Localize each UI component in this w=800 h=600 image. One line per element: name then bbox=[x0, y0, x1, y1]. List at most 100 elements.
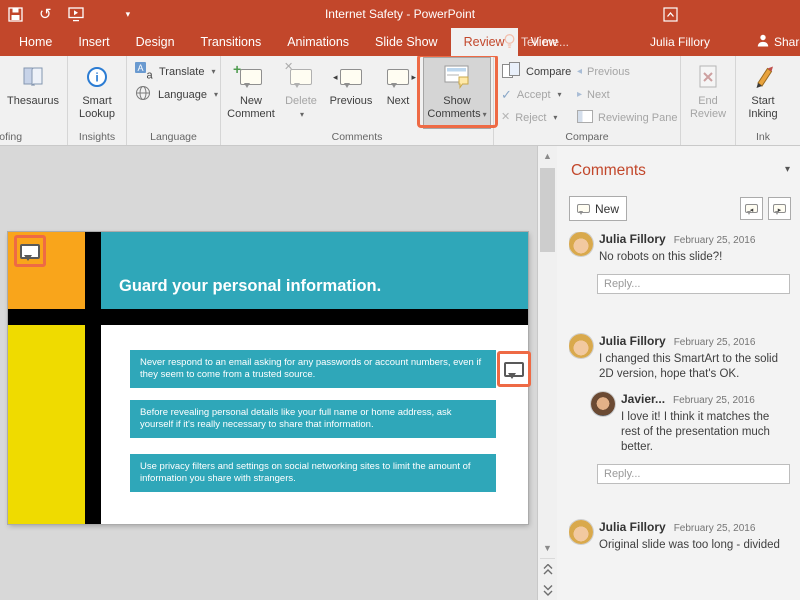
comment-author: Julia Fillory bbox=[599, 334, 666, 348]
show-comments-button[interactable]: Show Comments▾ bbox=[424, 58, 490, 128]
comment-reply[interactable]: Javier... February 25, 2016 I love it! I… bbox=[591, 392, 790, 455]
translate-button[interactable]: Aa Translate ▾ bbox=[130, 61, 222, 82]
chevron-down-icon: ▾ bbox=[483, 110, 487, 119]
comment-thread-1[interactable]: Julia Fillory February 25, 2016 No robot… bbox=[569, 232, 790, 294]
tab-home[interactable]: Home bbox=[6, 28, 65, 56]
comment-author: Julia Fillory bbox=[599, 232, 666, 246]
group-end-review: End Review bbox=[681, 56, 736, 145]
tab-insert[interactable]: Insert bbox=[65, 28, 122, 56]
accept-button[interactable]: ✓ Accept ▾ bbox=[497, 84, 573, 105]
comment-date: February 25, 2016 bbox=[674, 337, 756, 348]
previous-arrow-icon: ◂ bbox=[577, 67, 582, 77]
tutorial-highlight-comment-marker-2 bbox=[497, 351, 531, 387]
chevron-down-icon: ▾ bbox=[211, 67, 215, 76]
chevron-down-icon[interactable]: ▾ bbox=[785, 164, 790, 175]
next-comment-ribbon-button[interactable]: ▸ Next bbox=[378, 58, 418, 128]
translate-icon: Aa bbox=[134, 61, 154, 83]
language-globe-icon bbox=[134, 84, 153, 105]
comment-marker-icon[interactable] bbox=[504, 362, 524, 377]
next-comment-icon: ▸ bbox=[387, 61, 409, 93]
svg-text:A: A bbox=[137, 63, 143, 73]
compare-button[interactable]: Compare bbox=[497, 61, 573, 82]
comment-marker-icon[interactable] bbox=[20, 244, 40, 259]
reviewing-pane-button[interactable]: Reviewing Pane bbox=[573, 107, 677, 128]
new-comment-pane-button[interactable]: New bbox=[569, 196, 627, 221]
lightbulb-icon bbox=[503, 33, 516, 52]
window-title: Internet Safety - PowerPoint bbox=[0, 0, 800, 28]
tab-animations[interactable]: Animations bbox=[274, 28, 362, 56]
slide-textbox-1[interactable]: Never respond to an email asking for any… bbox=[130, 350, 496, 388]
next-slide-button[interactable] bbox=[538, 580, 557, 600]
end-review-button[interactable]: End Review bbox=[684, 58, 732, 128]
slide-canvas[interactable]: Guard your personal information. Never r… bbox=[8, 232, 528, 524]
slide-shape-black-horizontal-bar[interactable] bbox=[8, 309, 528, 325]
slide-shape-black-vertical-bar[interactable] bbox=[85, 232, 101, 524]
group-proofing: Thesaurus Proofing bbox=[0, 56, 68, 145]
slide-title-textbox[interactable]: Guard your personal information. bbox=[101, 232, 528, 309]
slide-workspace[interactable]: Guard your personal information. Never r… bbox=[0, 146, 537, 600]
compare-icon bbox=[501, 61, 521, 82]
new-comment-button[interactable]: + New Comment bbox=[224, 58, 278, 128]
previous-change-button[interactable]: ◂ Previous bbox=[573, 61, 677, 82]
group-label-insights: Insights bbox=[68, 131, 126, 143]
tab-slide-show[interactable]: Slide Show bbox=[362, 28, 451, 56]
delete-comment-icon: ✕ bbox=[290, 61, 312, 93]
svg-text:i: i bbox=[95, 71, 98, 85]
reject-x-icon: ✕ bbox=[501, 112, 510, 123]
comment-author: Julia Fillory bbox=[599, 520, 666, 534]
delete-comment-button[interactable]: ✕ Delete ▾ bbox=[278, 58, 324, 128]
group-label-compare: Compare bbox=[494, 131, 680, 143]
comment-date: February 25, 2016 bbox=[674, 235, 756, 246]
chevron-down-icon: ▾ bbox=[553, 113, 557, 122]
language-button[interactable]: Language ▾ bbox=[130, 84, 222, 105]
comment-balloon-icon bbox=[577, 204, 590, 213]
comments-pane: Comments ▾ New ◂ ▸ bbox=[557, 146, 800, 600]
reply-author: Javier... bbox=[621, 392, 665, 406]
group-label-proofing: Proofing bbox=[0, 131, 67, 143]
avatar-javier bbox=[591, 392, 615, 416]
previous-slide-button[interactable] bbox=[538, 559, 557, 579]
tab-transitions[interactable]: Transitions bbox=[188, 28, 275, 56]
comment-thread-2[interactable]: Julia Fillory February 25, 2016 I change… bbox=[569, 334, 790, 484]
slide-textbox-2[interactable]: Before revealing personal details like y… bbox=[130, 400, 496, 438]
chevron-down-icon: ▾ bbox=[558, 90, 562, 99]
group-insights: i Smart Lookup Insights bbox=[68, 56, 127, 145]
tab-design[interactable]: Design bbox=[123, 28, 188, 56]
end-review-icon bbox=[695, 61, 721, 93]
pen-icon bbox=[751, 61, 775, 93]
share-button[interactable]: Share bbox=[757, 28, 800, 56]
tell-me-box[interactable]: Tell me... bbox=[503, 28, 569, 56]
group-label-comments: Comments bbox=[221, 131, 493, 143]
ribbon-display-options-icon[interactable] bbox=[663, 7, 678, 22]
account-user-name[interactable]: Julia Fillory bbox=[650, 28, 710, 56]
previous-comment-ribbon-button[interactable]: ◂ Previous bbox=[324, 58, 378, 128]
scroll-up-button[interactable]: ▲ bbox=[538, 146, 557, 166]
group-language: Aa Translate ▾ Language ▾ Language bbox=[127, 56, 221, 145]
group-label-language: Language bbox=[127, 131, 220, 143]
comment-text: No robots on this slide?! bbox=[599, 250, 781, 265]
slide-shape-yellow-rect[interactable] bbox=[8, 325, 85, 524]
reject-button[interactable]: ✕ Reject ▾ bbox=[497, 107, 573, 128]
svg-text:a: a bbox=[146, 69, 153, 80]
scroll-down-button[interactable]: ▼ bbox=[538, 538, 557, 558]
next-comment-button[interactable]: ▸ bbox=[768, 197, 791, 220]
smart-lookup-button[interactable]: i Smart Lookup bbox=[71, 58, 123, 128]
thesaurus-button[interactable]: Thesaurus bbox=[7, 58, 59, 128]
comment-date: February 25, 2016 bbox=[674, 523, 756, 534]
previous-comment-button[interactable]: ◂ bbox=[740, 197, 763, 220]
reply-text: I love it! I think it matches the rest o… bbox=[621, 410, 781, 455]
next-change-button[interactable]: ▸ Next bbox=[573, 84, 677, 105]
comments-list: Julia Fillory February 25, 2016 No robot… bbox=[569, 232, 790, 600]
avatar-julia bbox=[569, 232, 593, 256]
comment-thread-3[interactable]: Julia Fillory February 25, 2016 Original… bbox=[569, 520, 790, 553]
reply-input[interactable] bbox=[597, 464, 790, 484]
slide-textbox-3[interactable]: Use privacy filters and settings on soci… bbox=[130, 454, 496, 492]
slide-scrollbar[interactable]: ▲ ▼ bbox=[537, 146, 557, 600]
show-comments-icon bbox=[444, 61, 470, 93]
chevron-down-icon: ▾ bbox=[300, 108, 304, 121]
ribbon-review: Thesaurus Proofing i Smart Lookup Insigh… bbox=[0, 56, 800, 146]
comments-pane-title: Comments bbox=[571, 162, 646, 180]
reply-input[interactable] bbox=[597, 274, 790, 294]
scrollbar-thumb[interactable] bbox=[540, 168, 555, 252]
start-inking-button[interactable]: Start Inking bbox=[739, 58, 787, 128]
